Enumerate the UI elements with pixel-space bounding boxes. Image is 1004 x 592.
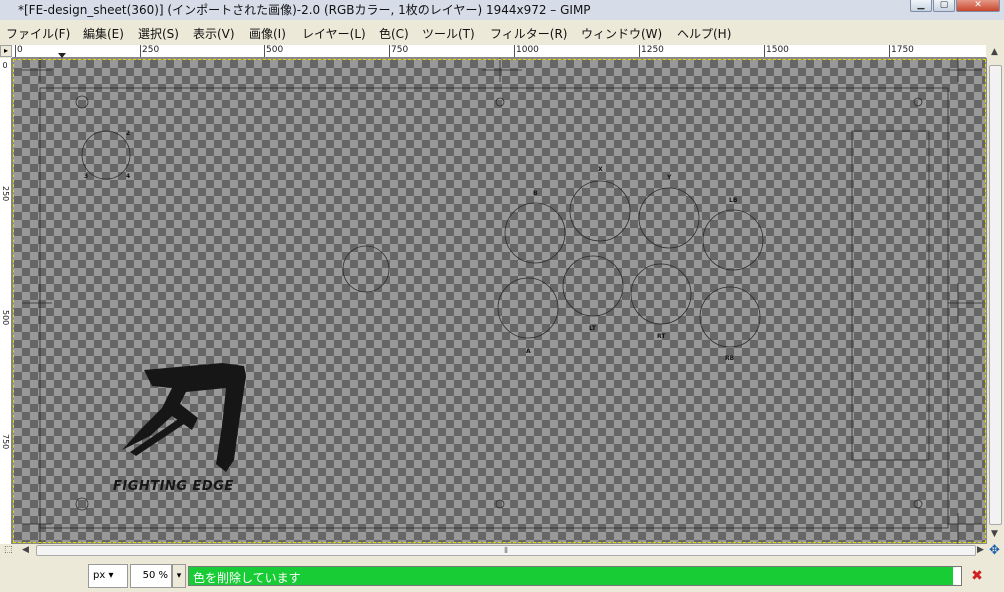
button-label: B — [533, 190, 538, 197]
ruler-label: 500 — [266, 45, 284, 55]
ruler-label: 0 — [2, 61, 8, 70]
button-x-outline — [569, 180, 631, 242]
button-label: A — [526, 348, 531, 355]
vertical-ruler[interactable]: 0 250 500 750 — [0, 58, 12, 544]
screw-hole — [913, 97, 923, 107]
image-canvas[interactable]: 2 3 4 B X Y LB A LT RT RB FIGHTING EDGE — [12, 58, 987, 544]
close-window-button[interactable]: ✕ — [956, 0, 1000, 12]
chevron-down-icon: ▾ — [105, 570, 114, 581]
horizontal-scroll-thumb[interactable]: ⦀ — [36, 545, 976, 556]
chevron-down-icon: ▾ — [176, 571, 182, 581]
scroll-left-icon[interactable]: ◀ — [22, 545, 29, 555]
menu-view[interactable]: 表示(V) — [193, 25, 235, 42]
navigate-icon[interactable]: ✥ — [989, 543, 1000, 558]
quick-mask-icon[interactable]: ⬚ — [4, 545, 13, 555]
side-panel-outline — [851, 130, 930, 461]
ruler-label: 1000 — [516, 45, 539, 55]
ruler-corner-menu-button[interactable]: ▸ — [0, 45, 12, 57]
status-bar: px ▾ 50 % ▾ 色を削除しています ✖ — [0, 560, 1004, 592]
ruler-label: 1500 — [766, 45, 789, 55]
screw-hole — [495, 97, 505, 107]
ruler-label: 750 — [1, 434, 10, 450]
logo-text: FIGHTING EDGE — [113, 479, 234, 494]
button-a-outline — [497, 277, 559, 339]
joystick-outline — [81, 130, 131, 180]
maximize-button[interactable]: ▢ — [933, 0, 955, 12]
vertical-scrollbar[interactable]: ▲ ▼ — [987, 45, 1004, 544]
button-label: Y — [666, 174, 672, 181]
menu-edit[interactable]: 編集(E) — [83, 25, 124, 42]
button-label: LB — [729, 197, 738, 204]
button-y-outline — [638, 187, 700, 249]
center-button-outline — [342, 245, 390, 293]
button-label: RT — [657, 333, 666, 340]
scroll-right-icon[interactable]: ▶ — [977, 545, 984, 555]
unit-value: px — [93, 570, 106, 581]
button-rb-outline — [699, 286, 761, 348]
design-sheet-drawing: 2 3 4 B X Y LB A LT RT RB FIGHTING EDGE — [22, 58, 982, 544]
menu-tools[interactable]: ツール(T) — [422, 25, 475, 42]
window-title: *[FE-design_sheet(360)] (インポートされた画像)-2.0… — [18, 3, 591, 17]
scroll-up-icon[interactable]: ▲ — [991, 47, 998, 57]
ruler-label: 250 — [1, 186, 10, 202]
minimize-button[interactable]: ▁ — [910, 0, 932, 12]
button-lt-outline — [562, 255, 624, 317]
screw-hole — [495, 499, 505, 509]
fighting-edge-logo: FIGHTING EDGE — [113, 363, 246, 494]
button-label: LT — [589, 325, 597, 332]
joystick-mark: 2 — [126, 130, 130, 137]
ruler-label: 500 — [1, 310, 10, 326]
menu-select[interactable]: 選択(S) — [138, 25, 179, 42]
button-label: RB — [725, 355, 735, 362]
cancel-operation-button[interactable]: ✖ — [968, 566, 986, 586]
button-lb-outline — [702, 209, 764, 271]
screw-hole — [75, 497, 89, 511]
horizontal-scrollbar[interactable]: ⬚ ◀ ⦀ ▶ — [4, 544, 987, 557]
menu-bar: ファイル(F) 編集(E) 選択(S) 表示(V) 画像(I) レイヤー(L) … — [0, 23, 1004, 43]
ruler-label: 250 — [142, 45, 160, 55]
progress-fill — [189, 567, 954, 585]
button-rt-outline — [630, 263, 692, 325]
ruler-label: 0 — [17, 45, 23, 55]
ruler-label: 1250 — [641, 45, 664, 55]
menu-filters[interactable]: フィルター(R) — [490, 25, 567, 42]
joystick-mark: 3 — [84, 173, 88, 180]
progress-bar: 色を削除しています — [188, 566, 962, 586]
zoom-dropdown-button[interactable]: ▾ — [172, 564, 186, 588]
unit-select[interactable]: px ▾ — [88, 564, 128, 588]
button-label: X — [598, 166, 603, 173]
title-bar: *[FE-design_sheet(360)] (インポートされた画像)-2.0… — [0, 0, 1004, 20]
joystick-mark: 4 — [126, 173, 130, 180]
menu-colors[interactable]: 色(C) — [379, 25, 409, 42]
zoom-input[interactable]: 50 % — [130, 564, 172, 588]
menu-image[interactable]: 画像(I) — [249, 25, 286, 42]
menu-layer[interactable]: レイヤー(L) — [302, 25, 366, 42]
ruler-label: 750 — [391, 45, 409, 55]
gimp-window: *[FE-design_sheet(360)] (インポートされた画像)-2.0… — [0, 0, 1004, 592]
progress-text: 色を削除しています — [193, 571, 301, 585]
horizontal-ruler[interactable]: 0 250 500 750 1000 1250 1500 1750 — [12, 45, 986, 58]
vertical-scroll-thumb[interactable] — [989, 65, 1002, 525]
menu-windows[interactable]: ウィンドウ(W) — [581, 25, 662, 42]
scroll-down-icon[interactable]: ▼ — [991, 529, 998, 539]
ruler-label: 1750 — [891, 45, 914, 55]
panel-outline — [39, 87, 949, 529]
close-icon: ✖ — [971, 568, 983, 584]
menu-help[interactable]: ヘルプ(H) — [677, 25, 731, 42]
screw-hole — [75, 95, 89, 109]
button-b-outline — [504, 202, 566, 264]
menu-file[interactable]: ファイル(F) — [6, 25, 70, 42]
screw-hole — [913, 499, 923, 509]
